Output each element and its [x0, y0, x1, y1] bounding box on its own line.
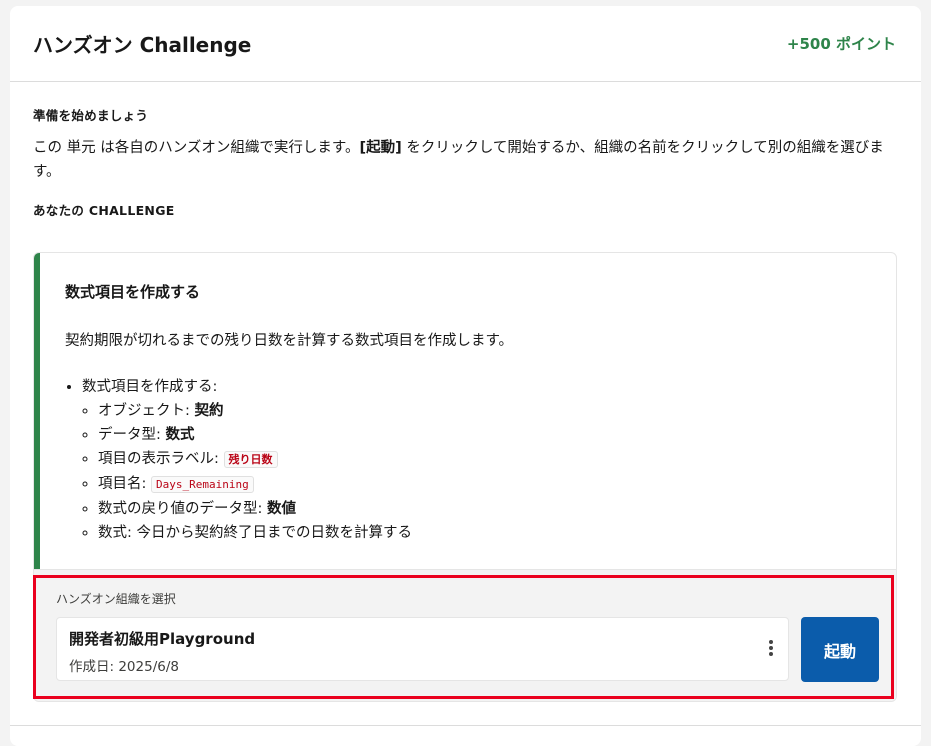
- org-name[interactable]: 開発者初級用Playground: [69, 628, 255, 649]
- intro-label: 準備を始めましょう: [33, 108, 149, 123]
- task-subitem-field-name: 項目名: Days_Remaining: [98, 472, 876, 497]
- field-label-code: 残り日数: [223, 451, 278, 468]
- challenge-description: 契約期限が切れるまでの残り日数を計算する数式項目を作成します。: [65, 333, 514, 349]
- card-body: 準備を始めましょう この 単元 は各自のハンズオン組織で実行します。[起動] を…: [10, 105, 921, 219]
- datatype-label: データ型:: [98, 427, 166, 443]
- challenge-card: ハンズオン Challenge +500 ポイント 準備を始めましょう この 単…: [10, 6, 921, 746]
- challenge-box: 数式項目を作成する 契約期限が切れるまでの残り日数を計算する数式項目を作成します…: [33, 252, 897, 702]
- datatype-value: 数式: [165, 427, 195, 443]
- task-item: 数式項目を作成する: オブジェクト: 契約 データ型: 数式 項目の表示ラベル:…: [82, 375, 876, 545]
- object-label: オブジェクト:: [98, 403, 195, 419]
- kebab-menu-icon[interactable]: [768, 640, 774, 658]
- task-list: 数式項目を作成する: オブジェクト: 契約 データ型: 数式 項目の表示ラベル:…: [65, 375, 876, 545]
- org-select-area: ハンズオン組織を選択 開発者初級用Playground 作成日: 2025/6/…: [34, 569, 896, 701]
- card-header: ハンズオン Challenge +500 ポイント: [10, 6, 921, 82]
- task-subitem-object: オブジェクト: 契約: [98, 399, 876, 423]
- field-label-label: 項目の表示ラベル:: [98, 451, 224, 467]
- return-type-label: 数式の戻り値のデータ型:: [98, 501, 267, 517]
- object-value: 契約: [194, 403, 224, 419]
- task-subitem-field-label: 項目の表示ラベル: 残り日数: [98, 447, 876, 472]
- card-title: ハンズオン Challenge: [33, 33, 252, 57]
- task-subitem-return-type: 数式の戻り値のデータ型: 数値: [98, 497, 876, 521]
- task-sublist: オブジェクト: 契約 データ型: 数式 項目の表示ラベル: 残り日数 項目名: …: [82, 399, 876, 545]
- launch-button[interactable]: 起動: [801, 617, 879, 682]
- intro-text: この 単元 は各自のハンズオン組織で実行します。[起動] をクリックして開始する…: [33, 136, 897, 184]
- field-name-label: 項目名:: [98, 476, 151, 492]
- bottom-divider: [10, 725, 921, 726]
- challenge-title: 数式項目を作成する: [65, 283, 201, 301]
- task-subitem-datatype: データ型: 数式: [98, 423, 876, 447]
- challenge-section-label: あなたの CHALLENGE: [33, 203, 175, 218]
- intro-text-part1: この 単元 は各自のハンズオン組織で実行します。: [33, 140, 360, 156]
- task-subitem-formula: 数式: 今日から契約終了日までの日数を計算する: [98, 521, 876, 545]
- org-created-date: 作成日: 2025/6/8: [69, 659, 179, 675]
- task-main-text: 数式項目を作成する:: [82, 379, 218, 395]
- org-select-label: ハンズオン組織を選択: [56, 592, 176, 606]
- intro-text-bold: [起動]: [359, 140, 402, 156]
- challenge-content: 数式項目を作成する 契約期限が切れるまでの残り日数を計算する数式項目を作成します…: [65, 253, 876, 545]
- return-type-value: 数値: [267, 501, 296, 517]
- field-name-code: Days_Remaining: [151, 476, 254, 493]
- org-card[interactable]: 開発者初級用Playground 作成日: 2025/6/8: [56, 617, 789, 681]
- points-badge: +500 ポイント: [786, 35, 896, 53]
- accent-bar: [34, 253, 40, 569]
